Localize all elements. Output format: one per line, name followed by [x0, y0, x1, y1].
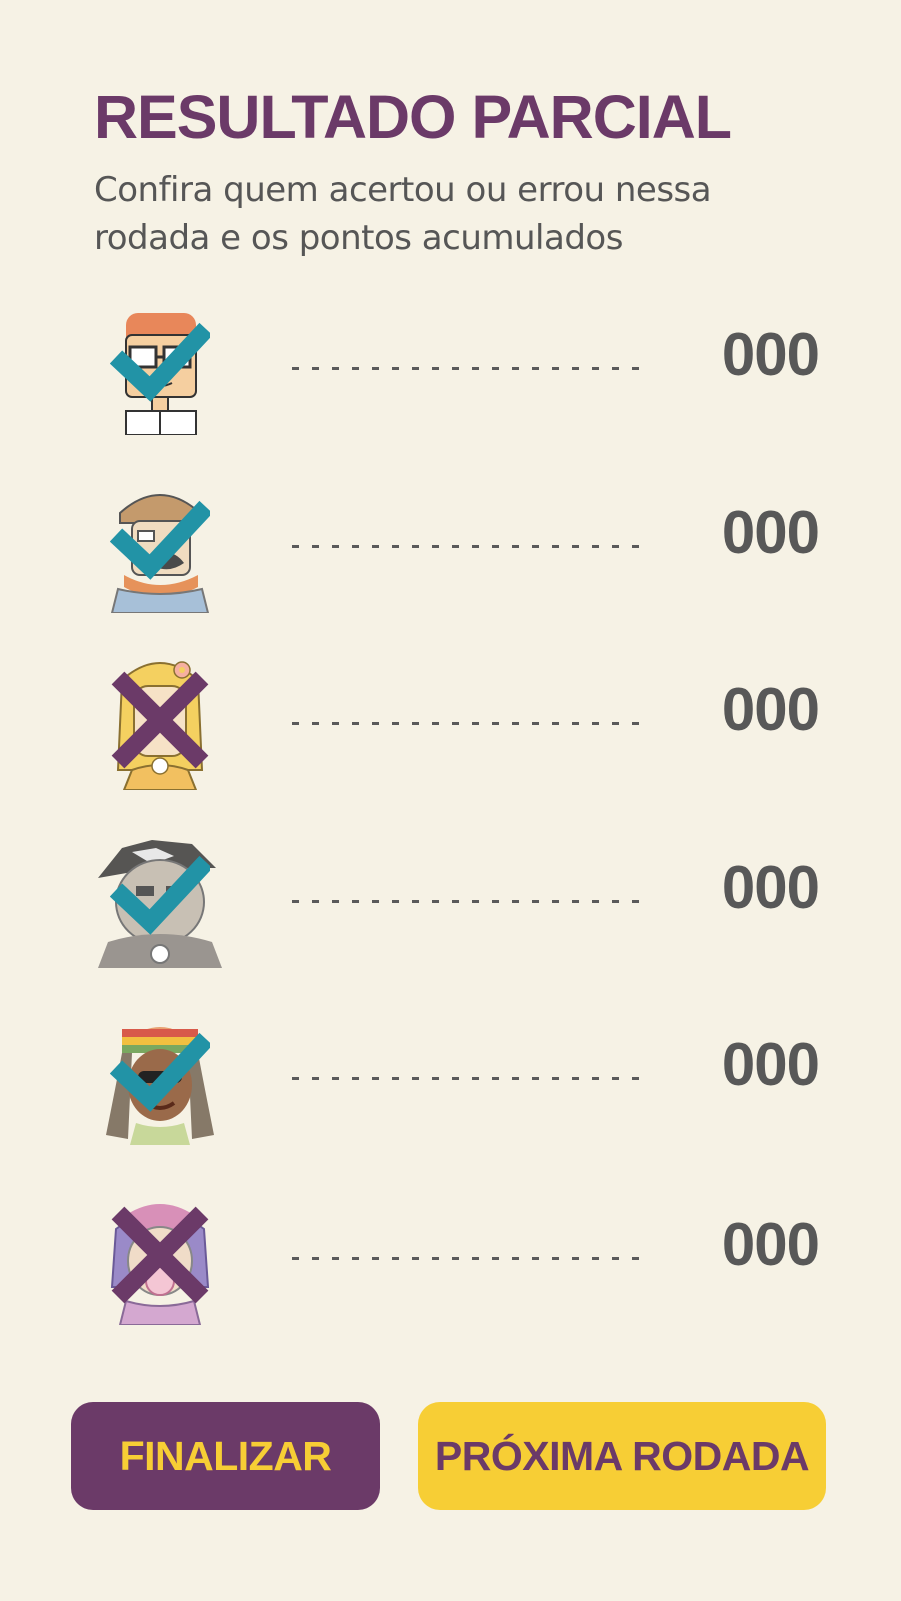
player-row: 000 [0, 838, 901, 968]
player-row: 000 [0, 483, 901, 613]
dotted-leader [292, 718, 652, 728]
player-row: 000 [0, 660, 901, 790]
finalizar-button[interactable]: FINALIZAR [71, 1402, 380, 1510]
page-subtitle: Confira quem acertou ou errou nessa roda… [94, 170, 712, 258]
player-score: 000 [721, 854, 820, 921]
player-score: 000 [721, 499, 820, 566]
dotted-leader [292, 541, 652, 551]
dotted-leader [292, 896, 652, 906]
player-score: 000 [721, 1211, 820, 1278]
cross-icon [110, 1205, 210, 1305]
player-row: 000 [0, 305, 901, 435]
player-score: 000 [721, 1031, 820, 1098]
check-icon [109, 315, 213, 415]
page-title: RESULTADO PARCIAL [94, 83, 732, 151]
check-icon [109, 1025, 213, 1125]
player-row: 000 [0, 1195, 901, 1325]
dotted-leader [292, 363, 652, 373]
player-score: 000 [721, 676, 820, 743]
dotted-leader [292, 1073, 652, 1083]
dotted-leader [292, 1253, 652, 1263]
player-row: 000 [0, 1015, 901, 1145]
check-icon [109, 848, 213, 948]
proxima-rodada-button[interactable]: PRÓXIMA RODADA [418, 1402, 826, 1510]
check-icon [109, 493, 213, 593]
cross-icon [110, 670, 210, 770]
player-score: 000 [721, 321, 820, 388]
